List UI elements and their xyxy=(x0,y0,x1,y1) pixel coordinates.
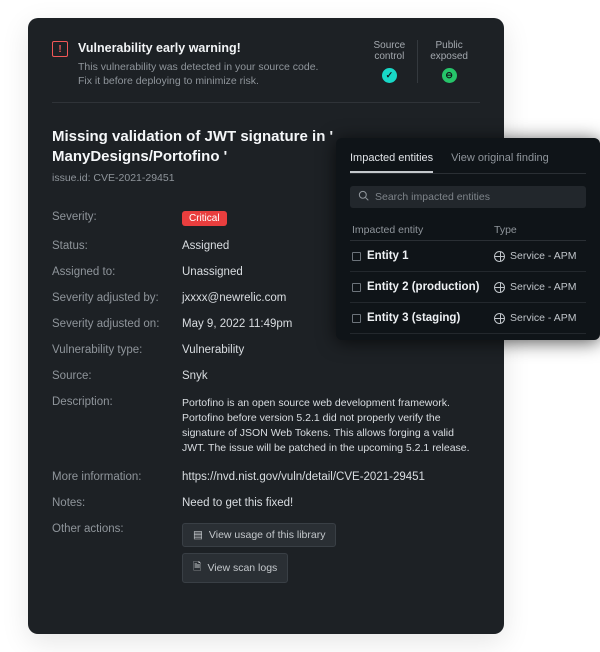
alert-icon: ! xyxy=(52,41,68,57)
globe-icon xyxy=(494,313,505,324)
search-icon xyxy=(358,190,369,204)
label-description: Description: xyxy=(52,396,182,457)
table-header: Impacted entity Type xyxy=(350,220,586,241)
value-sev-adj-on: May 9, 2022 11:49pm xyxy=(182,318,292,330)
status-label: Public exposed xyxy=(430,40,468,62)
severity-badge: Critical xyxy=(182,211,227,226)
table-row[interactable]: Entity 1 Service - APM xyxy=(350,241,586,272)
checkbox-icon[interactable] xyxy=(352,283,361,292)
col-type: Type xyxy=(494,224,584,236)
tab-original-finding[interactable]: View original finding xyxy=(451,152,549,173)
col-entity: Impacted entity xyxy=(352,224,494,236)
status-indicators: Source control ✓ Public exposed ⊖ xyxy=(362,40,481,83)
banner-subtitle: This vulnerability was detected in your … xyxy=(78,60,328,88)
side-tabs: Impacted entities View original finding xyxy=(350,152,586,174)
search-input[interactable] xyxy=(375,191,578,203)
check-icon: ✓ xyxy=(382,68,397,83)
status-public-exposed: Public exposed ⊖ xyxy=(417,40,480,83)
label-sev-adj-on: Severity adjusted on: xyxy=(52,318,182,330)
status-label: Source control xyxy=(374,40,406,62)
value-sev-adj-by: jxxxx@newrelic.com xyxy=(182,292,286,304)
table-row[interactable]: Entity 2 (production) Service - APM xyxy=(350,272,586,303)
label-sev-adj-by: Severity adjusted by: xyxy=(52,292,182,304)
globe-icon xyxy=(494,282,505,293)
dash-icon: ⊖ xyxy=(442,68,457,83)
banner-title: Vulnerability early warning! xyxy=(78,40,352,57)
search-input-wrap[interactable] xyxy=(350,186,586,208)
early-warning-banner: ! Vulnerability early warning! This vuln… xyxy=(52,40,480,103)
entity-name: Entity 1 xyxy=(367,250,488,262)
value-notes: Need to get this fixed! xyxy=(182,497,293,509)
value-source: Snyk xyxy=(182,370,208,382)
status-source-control: Source control ✓ xyxy=(362,40,418,83)
entity-name: Entity 3 (staging) xyxy=(367,312,488,324)
button-label: View usage of this library xyxy=(209,529,326,541)
impacted-entities-panel: Impacted entities View original finding … xyxy=(336,138,600,340)
table-row[interactable]: Entity 3 (staging) Service - APM xyxy=(350,303,586,334)
entity-type: Service - APM xyxy=(494,250,584,262)
value-more-info[interactable]: https://nvd.nist.gov/vuln/detail/CVE-202… xyxy=(182,471,425,483)
checkbox-icon[interactable] xyxy=(352,314,361,323)
banner-text: Vulnerability early warning! This vulner… xyxy=(78,40,352,88)
checkbox-icon[interactable] xyxy=(352,252,361,261)
label-severity: Severity: xyxy=(52,211,182,226)
list-icon: ▤ xyxy=(193,529,203,541)
entity-name: Entity 2 (production) xyxy=(367,281,488,293)
label-status: Status: xyxy=(52,240,182,252)
entity-type: Service - APM xyxy=(494,312,584,324)
tab-impacted-entities[interactable]: Impacted entities xyxy=(350,152,433,173)
label-source: Source: xyxy=(52,370,182,382)
button-label: View scan logs xyxy=(207,562,277,574)
value-vuln-type: Vulnerability xyxy=(182,344,244,356)
entity-type: Service - APM xyxy=(494,281,584,293)
label-assigned-to: Assigned to: xyxy=(52,266,182,278)
view-scan-logs-button[interactable]: 🗎 View scan logs xyxy=(182,553,288,583)
view-usage-button[interactable]: ▤ View usage of this library xyxy=(182,523,336,547)
label-notes: Notes: xyxy=(52,497,182,509)
document-icon: 🗎 xyxy=(193,559,201,577)
globe-icon xyxy=(494,251,505,262)
label-more-info: More information: xyxy=(52,471,182,483)
value-status: Assigned xyxy=(182,240,229,252)
value-assigned-to: Unassigned xyxy=(182,266,243,278)
value-description: Portofino is an open source web developm… xyxy=(182,396,472,457)
label-vuln-type: Vulnerability type: xyxy=(52,344,182,356)
label-other-actions: Other actions: xyxy=(52,523,182,589)
